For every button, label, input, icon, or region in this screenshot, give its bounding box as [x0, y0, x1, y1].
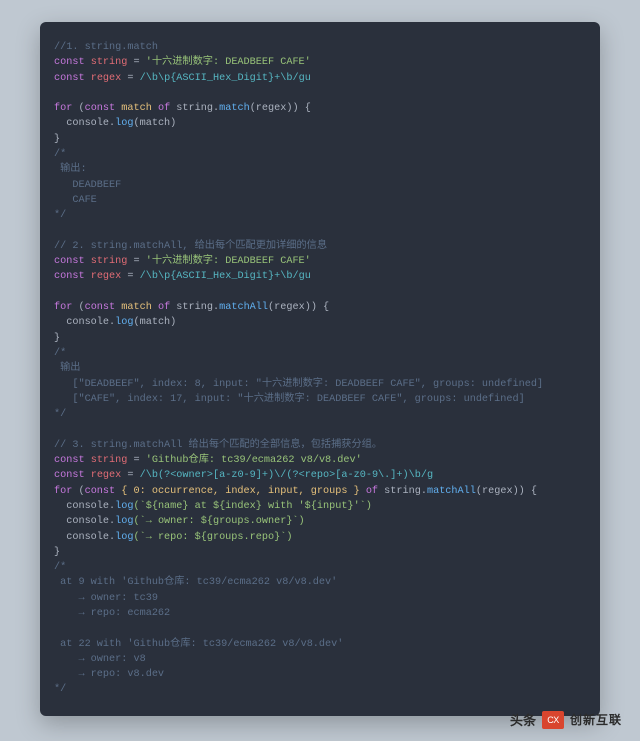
regex-literal: /\b\p{ASCII_Hex_Digit}+\b/gu — [140, 73, 311, 84]
punc: string. — [170, 302, 219, 313]
kw: const — [85, 486, 116, 497]
fn: match — [219, 103, 250, 114]
punc: (match) — [133, 118, 176, 129]
id: string — [91, 57, 128, 68]
footer: 头条 CX 创新互联 — [510, 710, 622, 729]
kw: const — [54, 455, 85, 466]
fn: log — [115, 532, 133, 543]
kw: of — [366, 486, 378, 497]
punc: string. — [170, 103, 219, 114]
regex-literal: /\b\p{ASCII_Hex_Digit}+\b/gu — [140, 271, 311, 282]
id: string — [91, 256, 128, 267]
id: match — [115, 103, 158, 114]
string-literal: 'Github仓库: tc39/ecma262 v8/v8.dev' — [146, 455, 362, 466]
string-literal: '十六进制数字: DEADBEEF CAFE' — [146, 57, 311, 68]
punc: ( — [72, 486, 84, 497]
punc: } — [54, 333, 60, 344]
brand-logo-icon: CX — [542, 711, 564, 729]
fn: matchAll — [219, 302, 268, 313]
fn: log — [115, 317, 133, 328]
kw: for — [54, 302, 72, 313]
fn: log — [115, 118, 133, 129]
output-comment: /* 输出 ["DEADBEEF", index: 8, input: "十六进… — [54, 348, 543, 420]
punc: ( — [72, 103, 84, 114]
kw: const — [85, 103, 116, 114]
punc: console. — [54, 118, 115, 129]
fn: log — [115, 516, 133, 527]
output-comment: /* 输出: DEADBEEF CAFE */ — [54, 149, 121, 221]
punc: } — [54, 547, 60, 558]
punc: (regex)) { — [268, 302, 329, 313]
punc: = — [121, 73, 139, 84]
footer-source: 头条 — [510, 710, 536, 729]
kw: const — [54, 256, 85, 267]
kw: const — [54, 271, 85, 282]
punc: = — [121, 470, 139, 481]
punc: console. — [54, 532, 115, 543]
punc: (match) — [133, 317, 176, 328]
kw: const — [54, 470, 85, 481]
punc: (regex)) { — [476, 486, 537, 497]
kw: of — [158, 302, 170, 313]
template-literal: (`${name} at ${index} with '${input}'`) — [133, 501, 371, 512]
id: regex — [91, 73, 122, 84]
footer-brand: 创新互联 — [570, 711, 622, 728]
template-literal: (`→ owner: ${groups.owner}`) — [133, 516, 304, 527]
id: regex — [91, 470, 122, 481]
punc: (regex)) { — [250, 103, 311, 114]
output-comment: /* at 9 with 'Github仓库: tc39/ecma262 v8/… — [54, 562, 343, 695]
comment: // 3. string.matchAll 给出每个匹配的全部信息，包括捕获分组… — [54, 440, 382, 451]
kw: const — [54, 57, 85, 68]
id: regex — [91, 271, 122, 282]
punc: string. — [378, 486, 427, 497]
template-literal: (`→ repo: ${groups.repo}`) — [133, 532, 292, 543]
punc: console. — [54, 317, 115, 328]
destructure: { 0: occurrence, index, input, groups } — [115, 486, 366, 497]
comment: //1. string.match — [54, 42, 158, 53]
string-literal: '十六进制数字: DEADBEEF CAFE' — [146, 256, 311, 267]
punc: } — [54, 134, 60, 145]
punc: console. — [54, 501, 115, 512]
kw: for — [54, 103, 72, 114]
kw: of — [158, 103, 170, 114]
punc: = — [127, 256, 145, 267]
kw: const — [54, 73, 85, 84]
kw: const — [85, 302, 116, 313]
code-block: //1. string.match const string = '十六进制数字… — [40, 22, 600, 716]
fn: log — [115, 501, 133, 512]
fn: matchAll — [427, 486, 476, 497]
punc: = — [127, 455, 145, 466]
punc: ( — [72, 302, 84, 313]
punc: console. — [54, 516, 115, 527]
id: string — [91, 455, 128, 466]
kw: for — [54, 486, 72, 497]
punc: = — [121, 271, 139, 282]
punc: = — [127, 57, 145, 68]
id: match — [115, 302, 158, 313]
comment: // 2. string.matchAll, 给出每个匹配更加详细的信息 — [54, 241, 327, 252]
regex-literal: /\b(?<owner>[a-z0-9]+)\/(?<repo>[a-z0-9\… — [140, 470, 433, 481]
